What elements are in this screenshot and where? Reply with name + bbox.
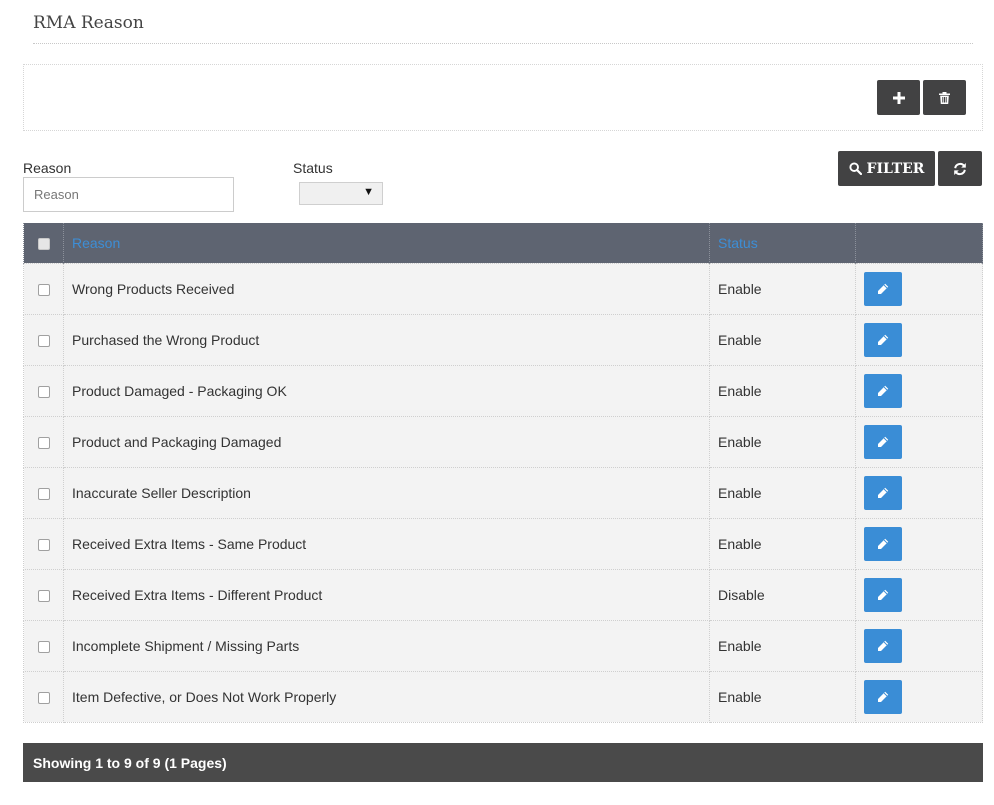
pencil-icon: [878, 334, 889, 345]
pencil-icon: [878, 589, 889, 600]
plus-icon: [892, 91, 905, 104]
edit-button[interactable]: [864, 679, 902, 714]
row-select-cell: [23, 619, 64, 672]
edit-button[interactable]: [864, 475, 902, 510]
row-reason: Received Extra Items - Same Product: [63, 517, 710, 570]
edit-button[interactable]: [864, 322, 902, 357]
row-status: Enable: [709, 415, 856, 468]
pencil-icon: [878, 691, 889, 702]
row-checkbox[interactable]: [37, 283, 50, 296]
row-action-cell: [855, 517, 983, 570]
pencil-icon: [878, 436, 889, 447]
reason-filter-input[interactable]: [23, 177, 234, 212]
row-checkbox[interactable]: [37, 487, 50, 500]
row-status: Enable: [709, 670, 856, 723]
status-filter-select[interactable]: ▼: [299, 182, 383, 205]
pencil-icon: [878, 283, 889, 294]
row-action-cell: [855, 670, 983, 723]
row-checkbox[interactable]: [37, 538, 50, 551]
filter-button-label: FILTER: [866, 160, 925, 177]
row-select-cell: [23, 568, 64, 621]
row-reason: Product Damaged - Packaging OK: [63, 364, 710, 417]
table-row: Incomplete Shipment / Missing Parts Enabl…: [23, 619, 983, 672]
row-status: Enable: [709, 466, 856, 519]
edit-button[interactable]: [864, 577, 902, 612]
refresh-icon: [954, 162, 966, 175]
edit-button[interactable]: [864, 271, 902, 306]
row-checkbox[interactable]: [37, 589, 50, 602]
row-action-cell: [855, 364, 983, 417]
edit-button[interactable]: [864, 373, 902, 408]
row-checkbox[interactable]: [37, 691, 50, 704]
pencil-icon: [878, 487, 889, 498]
table-row: Item Defective, or Does Not Work Properl…: [23, 670, 983, 723]
row-reason: Product and Packaging Damaged: [63, 415, 710, 468]
reset-filter-button[interactable]: [938, 151, 982, 186]
delete-button[interactable]: [923, 80, 966, 115]
row-action-cell: [855, 619, 983, 672]
row-status: Enable: [709, 313, 856, 366]
row-checkbox[interactable]: [37, 640, 50, 653]
table-row: Received Extra Items - Different Product…: [23, 568, 983, 621]
edit-button[interactable]: [864, 628, 902, 663]
row-checkbox[interactable]: [37, 334, 50, 347]
reason-filter-label: Reason: [23, 160, 72, 176]
table-row: Purchased the Wrong Product Enable: [23, 313, 983, 366]
table-header-row: Reason Status: [23, 223, 983, 263]
row-status: Enable: [709, 364, 856, 417]
row-select-cell: [23, 466, 64, 519]
select-all-checkbox[interactable]: [37, 238, 50, 251]
search-icon: [848, 162, 862, 175]
row-status: Enable: [709, 517, 856, 570]
rma-reason-table: Reason Status Wrong Products Received Ena…: [23, 223, 983, 723]
row-checkbox[interactable]: [37, 385, 50, 398]
table-row: Received Extra Items - Same Product Enabl…: [23, 517, 983, 570]
pencil-icon: [878, 538, 889, 549]
row-reason: Wrong Products Received: [63, 262, 710, 315]
table-row: Product Damaged - Packaging OK Enable: [23, 364, 983, 417]
page-title: RMA Reason: [33, 13, 144, 33]
column-header-action: [855, 223, 983, 263]
column-header-reason[interactable]: Reason: [63, 223, 710, 263]
row-reason: Incomplete Shipment / Missing Parts: [63, 619, 710, 672]
table-row: Inaccurate Seller Description Enable: [23, 466, 983, 519]
pagination-summary: Showing 1 to 9 of 9 (1 Pages): [23, 743, 983, 782]
row-select-cell: [23, 670, 64, 723]
row-select-cell: [23, 313, 64, 366]
status-filter-label: Status: [293, 160, 333, 176]
row-status: Enable: [709, 262, 856, 315]
title-divider: [33, 43, 973, 44]
edit-button[interactable]: [864, 526, 902, 561]
row-select-cell: [23, 262, 64, 315]
add-button[interactable]: [877, 80, 920, 115]
table-row: Wrong Products Received Enable: [23, 262, 983, 315]
row-reason: Item Defective, or Does Not Work Properl…: [63, 670, 710, 723]
row-select-cell: [23, 517, 64, 570]
row-select-cell: [23, 415, 64, 468]
column-header-status[interactable]: Status: [709, 223, 856, 263]
dropdown-arrow-icon: ▼: [363, 186, 374, 198]
row-action-cell: [855, 415, 983, 468]
row-action-cell: [855, 313, 983, 366]
table-row: Product and Packaging Damaged Enable: [23, 415, 983, 468]
filter-button[interactable]: FILTER: [838, 151, 935, 186]
select-all-cell: [23, 223, 64, 263]
row-action-cell: [855, 568, 983, 621]
pencil-icon: [878, 640, 889, 651]
row-checkbox[interactable]: [37, 436, 50, 449]
row-status: Disable: [709, 568, 856, 621]
row-reason: Purchased the Wrong Product: [63, 313, 710, 366]
trash-icon: [939, 91, 950, 104]
row-reason: Received Extra Items - Different Product: [63, 568, 710, 621]
row-select-cell: [23, 364, 64, 417]
edit-button[interactable]: [864, 424, 902, 459]
row-action-cell: [855, 466, 983, 519]
toolbar-panel: [23, 64, 983, 131]
pencil-icon: [878, 385, 889, 396]
row-action-cell: [855, 262, 983, 315]
row-status: Enable: [709, 619, 856, 672]
row-reason: Inaccurate Seller Description: [63, 466, 710, 519]
